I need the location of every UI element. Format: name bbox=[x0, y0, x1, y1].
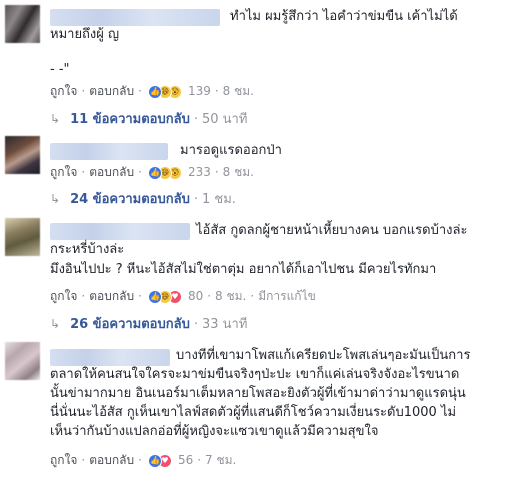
comment-actions: ถูกใจ · ตอบกลับ · 👍 😆 😮 233 · 8 ชม. bbox=[50, 165, 254, 180]
avatar[interactable] bbox=[5, 218, 40, 256]
avatar[interactable] bbox=[5, 136, 40, 174]
comment-time[interactable]: 8 ชม. bbox=[215, 289, 246, 303]
comment-text-line: มึงอินไปปะ ? หีนะไอ้สัสไม่ใช่ตาตุ่ม อยาก… bbox=[50, 262, 437, 277]
like-reaction-icon: 👍 bbox=[147, 165, 162, 180]
comment-time[interactable]: 8 ชม. bbox=[223, 84, 254, 98]
replies-time: 1 ชม. bbox=[201, 192, 236, 207]
like-reaction-icon: 👍 bbox=[147, 453, 162, 468]
replies-time: 33 นาที bbox=[201, 317, 248, 332]
comment-text-line: - -" bbox=[50, 62, 70, 77]
like-reaction-icon: 👍 bbox=[147, 84, 162, 99]
comment-text-line: นี่นั่นนะไอ้สัส กูเห็นเขาไลฟ์สดตัวผู้ที่… bbox=[50, 405, 457, 420]
comment-text-line: นั้นข่ามากมาย อินเนอร์มาเต็มหลายโพสอะยิง… bbox=[50, 386, 466, 401]
comment-text-line: เห็นว่ากันบ้างแปลกอ่อที่ผู้หญิงจะแซวเขาด… bbox=[50, 424, 379, 439]
edited-label[interactable]: มีการแก้ไข bbox=[258, 289, 316, 303]
reply-arrow-icon: ↳ bbox=[50, 112, 61, 126]
reply-arrow-icon: ↳ bbox=[50, 317, 61, 331]
like-link[interactable]: ถูกใจ bbox=[50, 453, 77, 467]
reaction-count[interactable]: 139 bbox=[188, 84, 211, 98]
comment-text-line: ตลาดให้คนสนใจใครจะมาข่มขืนจริงๆป่ะปะ เขา… bbox=[50, 367, 460, 382]
reactions-summary[interactable]: 👍 😆 😮 bbox=[147, 84, 184, 99]
replies-count[interactable]: 26 ข้อความตอบกลับ bbox=[70, 317, 190, 332]
avatar[interactable] bbox=[5, 342, 40, 380]
like-link[interactable]: ถูกใจ bbox=[50, 84, 77, 98]
reaction-count[interactable]: 233 bbox=[188, 165, 211, 179]
comment-text-line: บางทีที่เขามาโพสแก้เครียดปะโพสเล่นๆอะมัน… bbox=[176, 348, 471, 363]
reactions-summary[interactable]: 👍 😆 😮 bbox=[147, 165, 184, 180]
view-replies-link[interactable]: ↳ 26 ข้อความตอบกลับ · 33 นาที bbox=[50, 315, 247, 334]
comment-actions: ถูกใจ · ตอบกลับ · 👍 ♥ 56 · 7 ชม. bbox=[50, 453, 237, 468]
commenter-name-blurred[interactable] bbox=[50, 9, 220, 26]
reaction-count[interactable]: 80 bbox=[188, 289, 203, 303]
comment-actions: ถูกใจ · ตอบกลับ · 👍 😆 ♥ 80 · 8 ชม. · มีการแก้ไข bbox=[50, 289, 316, 304]
comment-text-line: มารอดูแรดออกป่า bbox=[180, 143, 282, 158]
commenter-name-blurred[interactable] bbox=[50, 349, 170, 366]
reactions-summary[interactable]: 👍 😆 ♥ bbox=[147, 289, 184, 304]
reactions-summary[interactable]: 👍 ♥ bbox=[147, 453, 174, 468]
comment-text-line: หมายถึงผู้ ญ bbox=[50, 27, 120, 42]
like-link[interactable]: ถูกใจ bbox=[50, 165, 77, 179]
comment-text-line: กระหรี่บ้างล่ะ bbox=[50, 242, 125, 257]
reply-arrow-icon: ↳ bbox=[50, 192, 61, 206]
reply-link[interactable]: ตอบกลับ bbox=[89, 453, 134, 467]
reaction-count[interactable]: 56 bbox=[178, 453, 193, 467]
avatar[interactable] bbox=[5, 5, 40, 43]
comment-text-line: ทำไม ผมรู้สึกว่า ไอคำว่าข่มขืน เค้าไม่ได… bbox=[230, 9, 458, 24]
like-reaction-icon: 👍 bbox=[147, 289, 162, 304]
comment-time[interactable]: 8 ชม. bbox=[223, 165, 254, 179]
replies-count[interactable]: 24 ข้อความตอบกลับ bbox=[70, 192, 190, 207]
commenter-name-blurred[interactable] bbox=[50, 223, 190, 240]
view-replies-link[interactable]: ↳ 11 ข้อความตอบกลับ · 50 นาที bbox=[50, 110, 247, 129]
comment-text-line: ไอ้สัส กูดลกผู้ชายหน้าเหี้ยบางคน บอกแรดบ… bbox=[196, 223, 468, 238]
like-link[interactable]: ถูกใจ bbox=[50, 289, 77, 303]
comment-actions: ถูกใจ · ตอบกลับ · 👍 😆 😮 139 · 8 ชม. bbox=[50, 84, 254, 99]
replies-time: 50 นาที bbox=[201, 112, 248, 127]
comment-time[interactable]: 7 ชม. bbox=[205, 453, 236, 467]
reply-link[interactable]: ตอบกลับ bbox=[89, 84, 134, 98]
reply-link[interactable]: ตอบกลับ bbox=[89, 289, 134, 303]
view-replies-link[interactable]: ↳ 24 ข้อความตอบกลับ · 1 ชม. bbox=[50, 190, 236, 209]
reply-link[interactable]: ตอบกลับ bbox=[89, 165, 134, 179]
replies-count[interactable]: 11 ข้อความตอบกลับ bbox=[70, 112, 190, 127]
commenter-name-blurred[interactable] bbox=[50, 143, 168, 160]
